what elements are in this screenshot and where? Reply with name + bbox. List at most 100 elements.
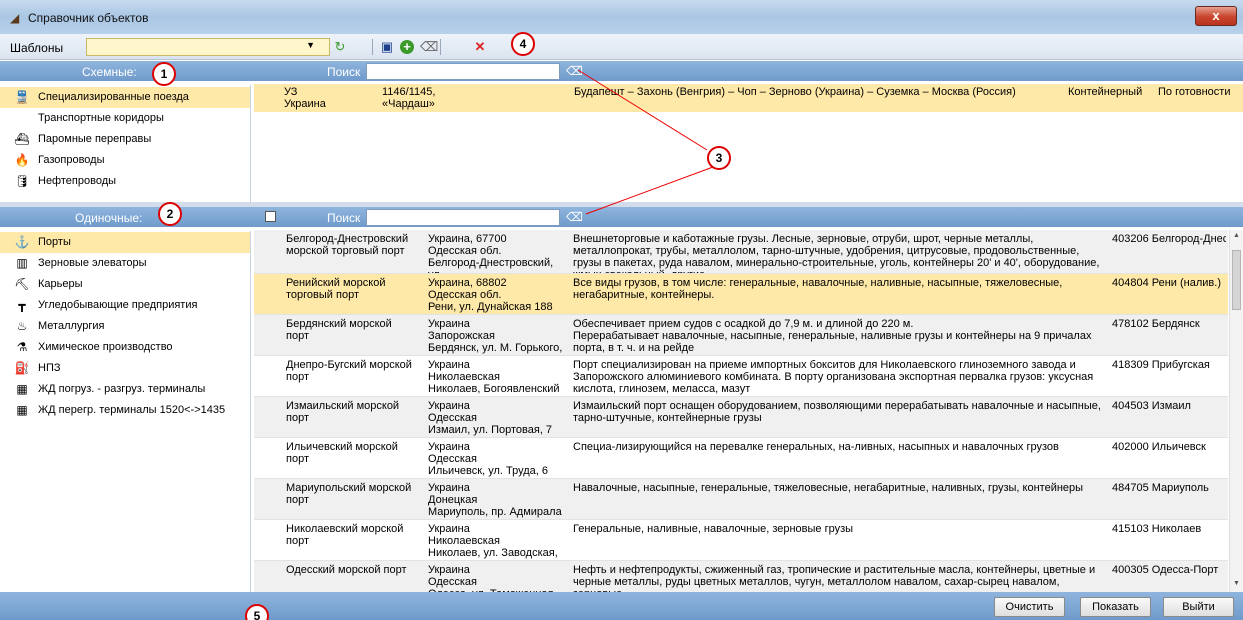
table-row[interactable]: Бердянский морской порт Украина Запорожск… <box>254 315 1228 356</box>
single-search-input[interactable] <box>366 209 560 226</box>
cell-station-index: 484705 Мариуполь <box>1112 482 1209 494</box>
cell-name: «Чардаш» <box>382 98 435 110</box>
toolbar-divider <box>440 39 441 55</box>
annotation-badge-3: 3 <box>707 146 731 170</box>
mine-icon: ┳ <box>18 298 26 312</box>
scroll-up-icon[interactable]: ▲ <box>1233 232 1240 239</box>
table-row[interactable]: Николаевский морской порт Украина Николае… <box>254 520 1228 561</box>
sidebar-item[interactable]: ▥ Зерновые элеваторы <box>0 253 250 274</box>
clear-search-icon[interactable]: ⌫ <box>566 64 583 78</box>
refresh-icon[interactable]: ↻ <box>333 40 347 54</box>
vertical-scrollbar[interactable]: ▲ ▼ <box>1229 230 1243 592</box>
delete-icon[interactable]: ✕ <box>473 40 487 54</box>
exit-button[interactable]: Выйти <box>1163 597 1234 617</box>
sidebar-item-label: ЖД перегр. терминалы 1520<->1435 <box>38 404 226 416</box>
cell-station-index: 415103 Николаев <box>1112 523 1202 535</box>
cell-address: Украина Николаевская Николаев, Богоявлен… <box>428 359 560 395</box>
save-icon[interactable]: ▣ <box>380 40 394 54</box>
elevator-icon: ▥ <box>16 256 28 270</box>
sidebar-item[interactable]: 🚆 Специализированные поезда <box>0 87 250 108</box>
terminal-icon: ▦ <box>16 382 28 396</box>
sidebar-item-label: НПЗ <box>38 362 61 374</box>
table-row[interactable]: Измаильский морской порт Украина Одесская… <box>254 397 1228 438</box>
clear-button[interactable]: Очистить <box>994 597 1065 617</box>
sidebar-item[interactable]: ♨ Металлургия <box>0 316 250 337</box>
footer-bar: Очистить Показать Выйти <box>0 592 1243 620</box>
cell-type: Контейнерный <box>1068 86 1143 98</box>
show-button[interactable]: Показать <box>1080 597 1151 617</box>
table-row[interactable]: Одесский морской порт Украина Одесская Од… <box>254 561 1228 592</box>
sidebar-item[interactable]: Транспортные коридоры <box>0 108 250 129</box>
table-row[interactable]: Ренийский морской торговый порт Украина, … <box>254 274 1228 315</box>
templates-select[interactable]: ▼ <box>86 38 330 56</box>
single-header-bar: Одиночные: Поиск ⌫ <box>0 207 1243 227</box>
table-row[interactable]: Ильичевский морской порт Украина Одесская… <box>254 438 1228 479</box>
sidebar-item[interactable]: ⛏ Карьеры <box>0 274 250 295</box>
sidebar-item[interactable]: ⛽ НПЗ <box>0 358 250 379</box>
sidebar-item[interactable]: ▦ ЖД перегр. терминалы 1520<->1435 <box>0 400 250 421</box>
close-button[interactable]: x <box>1195 6 1237 26</box>
schematic-search-input[interactable] <box>366 63 560 80</box>
excavator-icon: ⛏ <box>14 277 30 291</box>
sidebar-item-label: Зерновые элеваторы <box>38 257 147 269</box>
eraser-icon[interactable]: ⌫ <box>420 40 438 54</box>
cell-code: УЗ <box>284 86 298 98</box>
table-row[interactable]: Днепро-Бугский морской порт Украина Никол… <box>254 356 1228 397</box>
cell-station-index: 402000 Ильичевск <box>1112 441 1206 453</box>
sidebar-item[interactable]: ⚓ Порты <box>0 232 250 253</box>
cell-description: Специа-лизирующийся на перевалке генерал… <box>573 441 1059 453</box>
ferry-icon: ⛴ <box>14 132 30 146</box>
add-icon[interactable]: + <box>400 40 414 54</box>
table-row[interactable]: Мариупольский морской порт Украина Донецк… <box>254 479 1228 520</box>
annotation-badge-4: 4 <box>511 32 535 56</box>
flame-icon: 🔥 <box>14 153 30 167</box>
cell-address: Украина Одесская Одесса, ул. Таможенная <box>428 564 553 592</box>
cell-description: Измаильский порт оснащен оборудованием, … <box>573 400 1101 424</box>
toolbar-divider <box>372 39 373 55</box>
port-icon: ⚓ <box>14 235 30 249</box>
single-search-label: Поиск <box>327 211 361 225</box>
sidebar-item[interactable]: 🛢 Нефтепроводы <box>0 171 250 192</box>
sidebar-item-label: Газопроводы <box>38 154 105 166</box>
cell-description: Все виды грузов, в том числе: генеральны… <box>573 277 1063 301</box>
table-row[interactable]: УЗ Украина 1146/1145, «Чардаш» Будапешт … <box>254 84 1243 112</box>
chevron-down-icon[interactable]: ▼ <box>306 40 315 50</box>
sidebar-item[interactable]: ▦ ЖД погруз. - разгруз. терминалы <box>0 379 250 400</box>
schematic-header: Схемные: <box>82 65 137 79</box>
cell-name: Николаевский морской порт <box>286 523 404 547</box>
sidebar-item[interactable]: ⚗ Химическое производство <box>0 337 250 358</box>
sidebar-item-label: Металлургия <box>38 320 105 332</box>
cell-address: Украина, 67700 Одесская обл. Белгород-Дн… <box>428 233 554 273</box>
cell-name: Днепро-Бугский морской порт <box>286 359 412 383</box>
cell-description: Навалочные, насыпные, генеральные, тяжел… <box>573 482 1084 494</box>
table-row[interactable]: Белгород-Днестровский морской торговый п… <box>254 230 1228 274</box>
terminal-icon: ▦ <box>16 403 28 417</box>
cell-station-index: 404804 Рени (налив.) <box>1112 277 1221 289</box>
cell-station-index: 403206 Белгород-Днестров... <box>1112 233 1226 245</box>
cell-address: Украина Донецкая Мариуполь, пр. Адмирала <box>428 482 562 518</box>
sidebar-item[interactable]: ┳ Угледобывающие предприятия <box>0 295 250 316</box>
cell-station-index: 404503 Измаил <box>1112 400 1191 412</box>
flask-icon: ⚗ <box>16 340 28 354</box>
cell-name: Одесский морской порт <box>286 564 407 576</box>
sidebar-item[interactable]: 🔥 Газопроводы <box>0 150 250 171</box>
cell-station-index: 478102 Бердянск <box>1112 318 1200 330</box>
cell-schedule: По готовности <box>1158 86 1231 98</box>
scroll-down-icon[interactable]: ▼ <box>1233 580 1240 587</box>
sidebar-item[interactable]: ⛴ Паромные переправы <box>0 129 250 150</box>
select-all-checkbox[interactable] <box>265 211 276 222</box>
clear-search-icon[interactable]: ⌫ <box>566 210 583 224</box>
annotation-badge-1: 1 <box>152 62 176 86</box>
refinery-icon: ⛽ <box>14 361 30 375</box>
cell-description: Нефть и нефтепродукты, сжиженный газ, тр… <box>573 564 1096 592</box>
sidebar-item-label: Паромные переправы <box>38 133 152 145</box>
single-header: Одиночные: <box>75 211 143 225</box>
cell-description: Обеспечивает прием судов с осадкой до 7,… <box>573 318 1092 354</box>
cell-address: Украина Одесская Ильичевск, ул. Труда, 6 <box>428 441 548 477</box>
cell-name: Белгород-Днестровский морской торговый п… <box>286 233 409 257</box>
cell-address: Украина, 68802 Одесская обл. Рени, ул. Д… <box>428 277 553 313</box>
cell-name: Ренийский морской торговый порт <box>286 277 386 301</box>
oil-pipeline-icon: 🛢 <box>14 174 30 188</box>
factory-icon: ♨ <box>16 319 28 333</box>
scroll-thumb[interactable] <box>1232 250 1241 310</box>
